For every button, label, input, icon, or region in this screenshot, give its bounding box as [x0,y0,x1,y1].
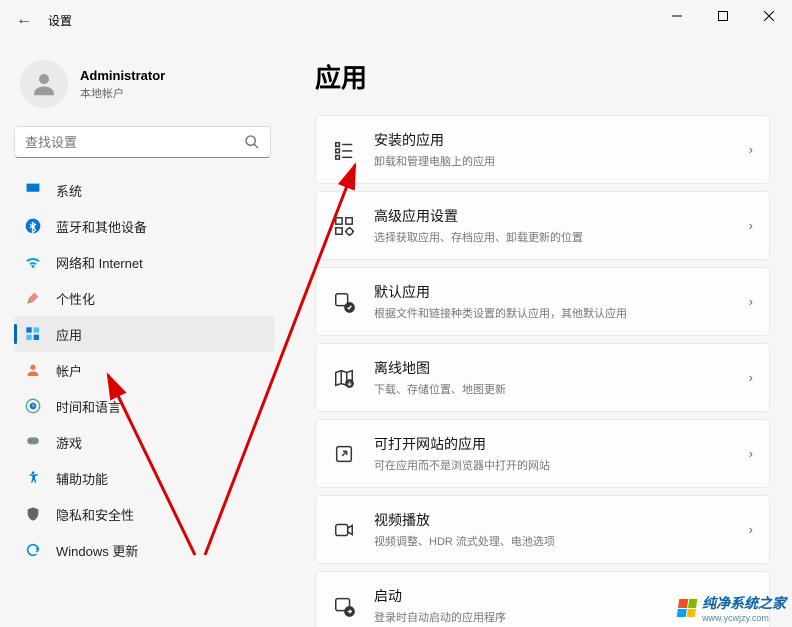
chevron-right-icon: › [749,446,753,461]
chevron-right-icon: › [749,142,753,157]
card-desc: 根据文件和链接种类设置的默认应用，其他默认应用 [374,305,741,321]
card-title: 视频播放 [374,510,741,530]
card-offline-maps[interactable]: 离线地图下载、存储位置、地图更新 › [315,343,770,412]
sidebar-item-accessibility[interactable]: 辅助功能 [14,460,275,496]
startup-icon [332,594,356,618]
close-button[interactable] [746,0,792,32]
watermark: 纯净系统之家 www.ycwjzy.com [678,593,786,623]
map-icon [332,366,356,390]
sidebar-item-apps[interactable]: 应用 [14,316,275,352]
card-desc: 卸载和管理电脑上的应用 [374,153,741,169]
back-button[interactable]: ← [8,4,40,36]
card-video-playback[interactable]: 视频播放视频调整、HDR 流式处理、电池选项 › [315,495,770,564]
update-icon [24,541,42,559]
search-input-wrapper[interactable] [14,126,271,158]
chevron-right-icon: › [749,294,753,309]
sidebar-item-system[interactable]: 系统 [14,172,275,208]
card-title: 默认应用 [374,282,741,302]
sidebar-item-windows-update[interactable]: Windows 更新 [14,532,275,568]
card-title: 离线地图 [374,358,741,378]
card-advanced-app-settings[interactable]: 高级应用设置选择获取应用、存档应用、卸载更新的位置 › [315,191,770,260]
sidebar-item-label: 帐户 [56,361,82,380]
gaming-icon [24,433,42,451]
shield-icon [24,505,42,523]
sidebar-item-label: 时间和语言 [56,397,121,416]
sidebar-item-time-language[interactable]: 时间和语言 [14,388,275,424]
list-icon [332,138,356,162]
accessibility-icon [24,469,42,487]
watermark-logo-icon [677,599,698,617]
card-title: 高级应用设置 [374,206,741,226]
clock-globe-icon [24,397,42,415]
search-input[interactable] [25,135,244,150]
sidebar-item-accounts[interactable]: 帐户 [14,352,275,388]
brush-icon [24,289,42,307]
user-profile[interactable]: Administrator 本地帐户 [14,52,275,126]
card-title: 安装的应用 [374,130,741,150]
account-icon [24,361,42,379]
search-icon [244,134,260,150]
card-title: 可打开网站的应用 [374,434,741,454]
sidebar-item-bluetooth[interactable]: 蓝牙和其他设备 [14,208,275,244]
sidebar-item-label: 系统 [56,181,82,200]
watermark-url: www.ycwjzy.com [702,613,786,623]
sidebar-item-privacy[interactable]: 隐私和安全性 [14,496,275,532]
apps-icon [24,325,42,343]
chevron-right-icon: › [749,218,753,233]
profile-name: Administrator [80,68,165,83]
grid-gear-icon [332,214,356,238]
sidebar-item-personalization[interactable]: 个性化 [14,280,275,316]
profile-type: 本地帐户 [80,85,165,101]
sidebar-item-gaming[interactable]: 游戏 [14,424,275,460]
sidebar-item-network[interactable]: 网络和 Internet [14,244,275,280]
default-apps-icon [332,290,356,314]
sidebar-item-label: Windows 更新 [56,541,138,560]
bluetooth-icon [24,217,42,235]
watermark-text: 纯净系统之家 [702,595,786,611]
sidebar-item-label: 应用 [56,325,82,344]
card-desc: 视频调整、HDR 流式处理、电池选项 [374,533,741,549]
sidebar-item-label: 游戏 [56,433,82,452]
sidebar-item-label: 蓝牙和其他设备 [56,217,147,236]
window-title: 设置 [48,12,72,29]
chevron-right-icon: › [749,522,753,537]
sidebar-item-label: 隐私和安全性 [56,505,134,524]
page-title: 应用 [315,58,770,95]
card-default-apps[interactable]: 默认应用根据文件和链接种类设置的默认应用，其他默认应用 › [315,267,770,336]
video-icon [332,518,356,542]
sidebar-item-label: 辅助功能 [56,469,108,488]
chevron-right-icon: › [749,370,753,385]
sidebar-item-label: 网络和 Internet [56,253,143,272]
card-desc: 选择获取应用、存档应用、卸载更新的位置 [374,229,741,245]
card-desc: 可在应用而不是浏览器中打开的网站 [374,457,741,473]
card-installed-apps[interactable]: 安装的应用卸载和管理电脑上的应用 › [315,115,770,184]
minimize-button[interactable] [654,0,700,32]
open-external-icon [332,442,356,466]
card-apps-for-websites[interactable]: 可打开网站的应用可在应用而不是浏览器中打开的网站 › [315,419,770,488]
card-desc: 下载、存储位置、地图更新 [374,381,741,397]
wifi-icon [24,253,42,271]
maximize-button[interactable] [700,0,746,32]
sidebar-item-label: 个性化 [56,289,95,308]
system-icon [24,181,42,199]
avatar-icon [20,60,68,108]
